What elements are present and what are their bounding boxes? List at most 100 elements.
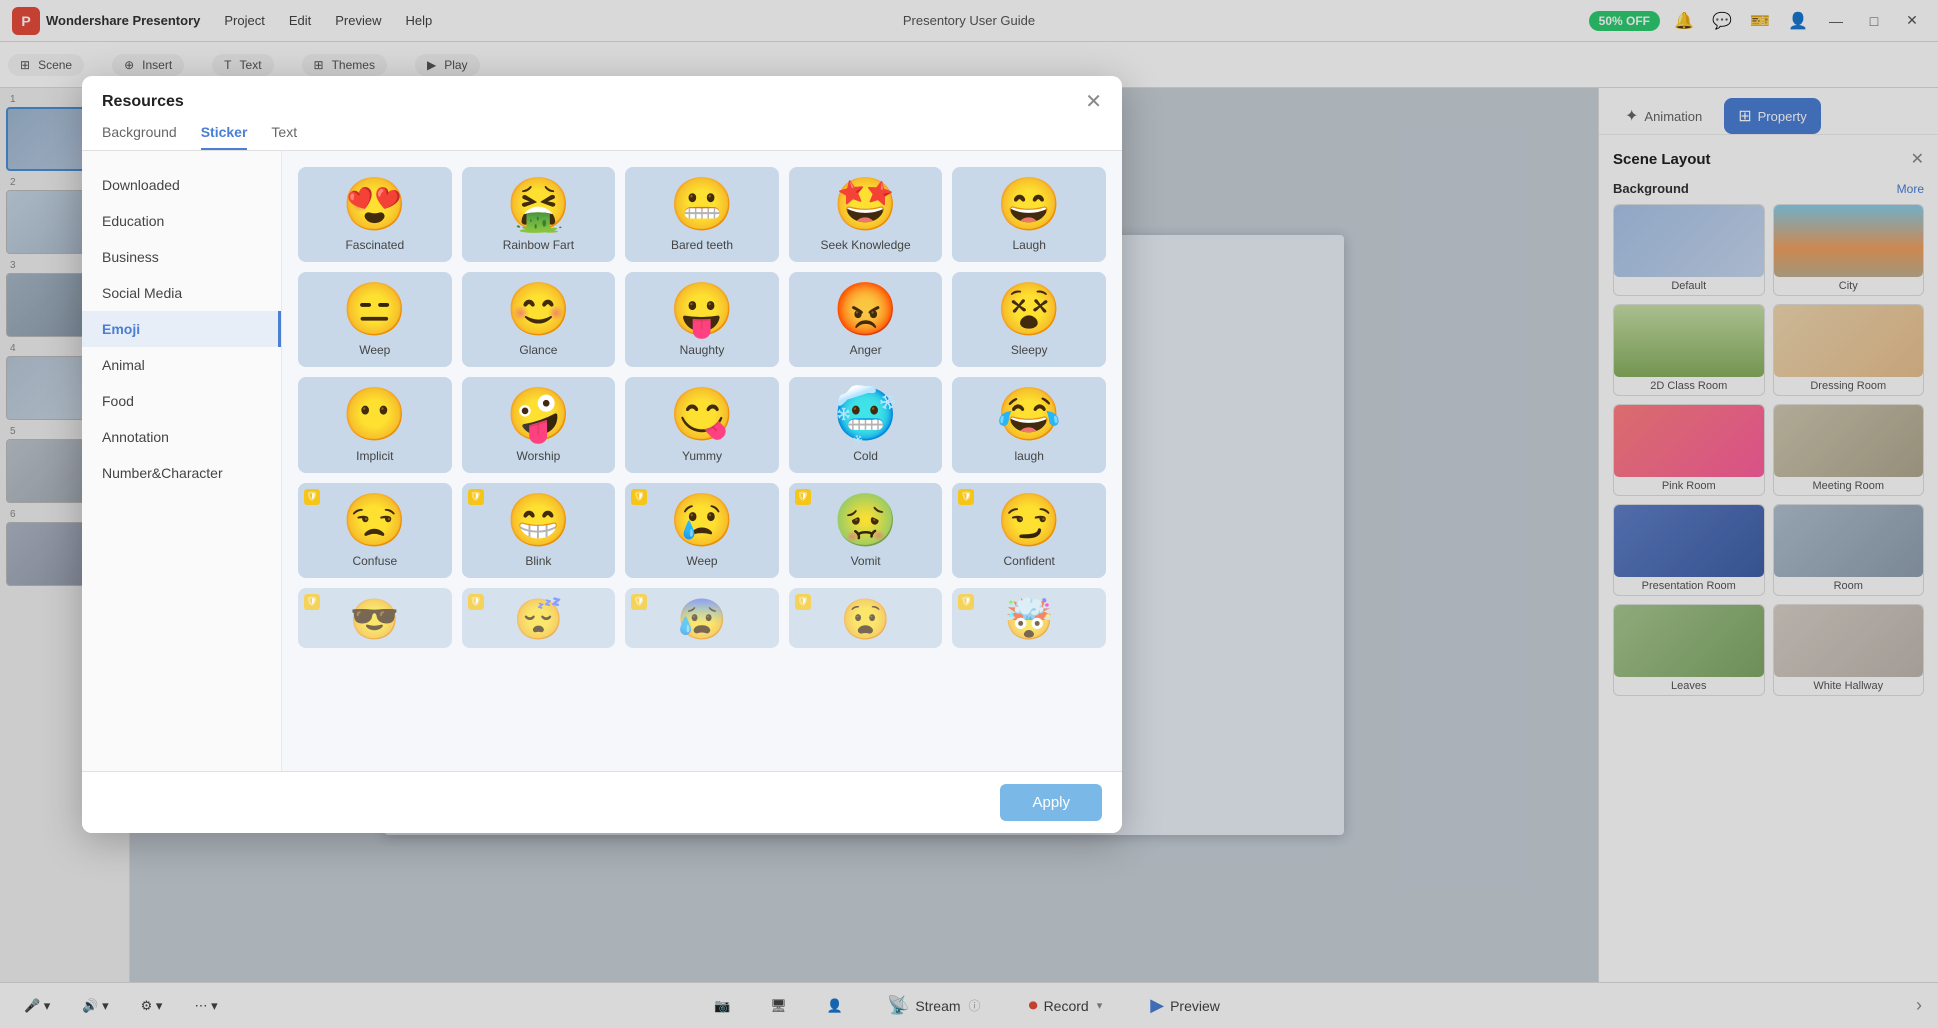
emoji-weep[interactable]: 😑 Weep (298, 272, 452, 367)
dialog-tab-background[interactable]: Background (102, 124, 177, 150)
sidebar-cat-food[interactable]: Food (82, 383, 281, 419)
premium-badge-p3: 🛡 (631, 594, 647, 610)
emoji-worship[interactable]: 🤪 Worship (462, 377, 616, 472)
dialog-tab-text[interactable]: Text (271, 124, 297, 150)
emoji-label-rainbow-fart: Rainbow Fart (503, 238, 574, 252)
emoji-confident[interactable]: 🛡 😏 Confident (952, 483, 1106, 578)
sidebar-cat-social-media[interactable]: Social Media (82, 275, 281, 311)
emoji-seek-knowledge[interactable]: 🤩 Seek Knowledge (789, 167, 943, 262)
emoji-label-yummy: Yummy (682, 449, 722, 463)
emoji-weep2[interactable]: 🛡 😢 Weep (625, 483, 779, 578)
premium-badge-p4: 🛡 (795, 594, 811, 610)
emoji-label-worship: Worship (516, 449, 560, 463)
sidebar-cat-annotation[interactable]: Annotation (82, 419, 281, 455)
emoji-laugh[interactable]: 😄 Laugh (952, 167, 1106, 262)
premium-badge-confident: 🛡 (958, 489, 974, 505)
emoji-label-blink: Blink (525, 554, 551, 568)
emoji-label-weep: Weep (359, 343, 390, 357)
emoji-glance[interactable]: 😊 Glance (462, 272, 616, 367)
sidebar-cat-animal[interactable]: Animal (82, 347, 281, 383)
dialog-tabs: Background Sticker Text (82, 112, 1122, 151)
premium-badge-p2: 🛡 (468, 594, 484, 610)
emoji-face-partial1: 😎 (350, 598, 400, 642)
emoji-naughty[interactable]: 😛 Naughty (625, 272, 779, 367)
emoji-label-bared-teeth: Bared teeth (671, 238, 733, 252)
emoji-face-confuse: 😒 (342, 493, 407, 550)
emoji-face-yummy: 😋 (670, 387, 735, 444)
sidebar-cat-downloaded[interactable]: Downloaded (82, 167, 281, 203)
emoji-face-rainbow-fart: 🤮 (506, 177, 571, 234)
emoji-label-weep2: Weep (686, 554, 717, 568)
sidebar-cat-education[interactable]: Education (82, 203, 281, 239)
dialog-close-button[interactable]: ✕ (1085, 92, 1102, 112)
emoji-face-worship: 🤪 (506, 387, 571, 444)
emoji-face-vomit: 🤢 (833, 493, 898, 550)
emoji-confuse[interactable]: 🛡 😒 Confuse (298, 483, 452, 578)
emoji-face-partial2: 😴 (513, 598, 563, 642)
emoji-face-naughty: 😛 (670, 282, 735, 339)
emoji-rainbow-fart[interactable]: 🤮 Rainbow Fart (462, 167, 616, 262)
emoji-label-laugh2: laugh (1015, 449, 1044, 463)
emoji-label-vomit: Vomit (851, 554, 881, 568)
emoji-cold[interactable]: 🥶 Cold (789, 377, 943, 472)
emoji-blink[interactable]: 🛡 😁 Blink (462, 483, 616, 578)
emoji-face-laugh: 😄 (997, 177, 1062, 234)
apply-button[interactable]: Apply (1000, 784, 1102, 821)
emoji-laugh2[interactable]: 😂 laugh (952, 377, 1106, 472)
emoji-label-naughty: Naughty (680, 343, 725, 357)
premium-badge-blink: 🛡 (468, 489, 484, 505)
dialog-tab-sticker[interactable]: Sticker (201, 124, 248, 150)
emoji-face-seek-knowledge: 🤩 (833, 177, 898, 234)
emoji-face-bared-teeth: 😬 (670, 177, 735, 234)
emoji-partial2[interactable]: 🛡 😴 (462, 588, 616, 648)
emoji-face-anger: 😡 (833, 282, 898, 339)
dialog-title: Resources (102, 93, 184, 111)
premium-badge-weep2: 🛡 (631, 489, 647, 505)
emoji-label-glance: Glance (519, 343, 557, 357)
emoji-implicit[interactable]: 😶 Implicit (298, 377, 452, 472)
emoji-anger[interactable]: 😡 Anger (789, 272, 943, 367)
sidebar-cat-business[interactable]: Business (82, 239, 281, 275)
emoji-yummy[interactable]: 😋 Yummy (625, 377, 779, 472)
emoji-grid: 😍 Fascinated 🤮 Rainbow Fart 😬 Bared teet… (298, 167, 1106, 648)
dialog-footer: Apply (82, 771, 1122, 833)
premium-badge-p5: 🛡 (958, 594, 974, 610)
emoji-face-glance: 😊 (506, 282, 571, 339)
dialog-content: 😍 Fascinated 🤮 Rainbow Fart 😬 Bared teet… (282, 151, 1122, 771)
emoji-face-laugh2: 😂 (997, 387, 1062, 444)
emoji-partial5[interactable]: 🛡 🤯 (952, 588, 1106, 648)
emoji-face-cold: 🥶 (833, 387, 898, 444)
emoji-face-sleepy: 😵 (997, 282, 1062, 339)
resources-dialog: Resources ✕ Background Sticker Text Down… (82, 76, 1122, 833)
emoji-face-partial4: 😧 (841, 598, 891, 642)
emoji-face-partial3: 😰 (677, 598, 727, 642)
emoji-label-sleepy: Sleepy (1011, 343, 1048, 357)
emoji-face-blink: 😁 (506, 493, 571, 550)
emoji-label-fascinated: Fascinated (345, 238, 404, 252)
emoji-partial1[interactable]: 🛡 😎 (298, 588, 452, 648)
sidebar-cat-emoji[interactable]: Emoji (82, 311, 281, 347)
emoji-label-cold: Cold (853, 449, 878, 463)
emoji-face-implicit: 😶 (342, 387, 407, 444)
premium-badge-confuse: 🛡 (304, 489, 320, 505)
emoji-label-laugh: Laugh (1013, 238, 1046, 252)
emoji-label-seek-knowledge: Seek Knowledge (821, 238, 911, 252)
emoji-face-weep: 😑 (342, 282, 407, 339)
emoji-label-confident: Confident (1004, 554, 1055, 568)
emoji-bared-teeth[interactable]: 😬 Bared teeth (625, 167, 779, 262)
dialog-header: Resources ✕ (82, 76, 1122, 112)
emoji-vomit[interactable]: 🛡 🤢 Vomit (789, 483, 943, 578)
emoji-face-fascinated: 😍 (342, 177, 407, 234)
dialog-body: Downloaded Education Business Social Med… (82, 151, 1122, 771)
emoji-sleepy[interactable]: 😵 Sleepy (952, 272, 1106, 367)
emoji-label-implicit: Implicit (356, 449, 393, 463)
emoji-fascinated[interactable]: 😍 Fascinated (298, 167, 452, 262)
emoji-face-partial5: 🤯 (1004, 598, 1054, 642)
sidebar-cat-number-char[interactable]: Number&Character (82, 455, 281, 491)
premium-badge-vomit: 🛡 (795, 489, 811, 505)
emoji-face-confident: 😏 (997, 493, 1062, 550)
emoji-label-confuse: Confuse (352, 554, 397, 568)
emoji-partial4[interactable]: 🛡 😧 (789, 588, 943, 648)
emoji-face-weep2: 😢 (670, 493, 735, 550)
emoji-partial3[interactable]: 🛡 😰 (625, 588, 779, 648)
